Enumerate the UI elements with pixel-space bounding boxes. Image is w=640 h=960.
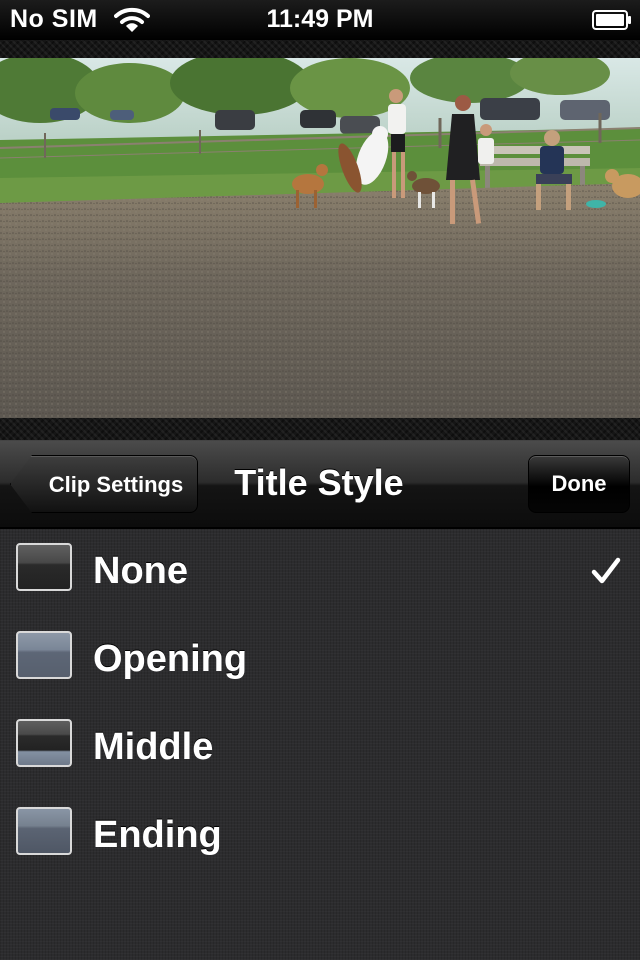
title-style-list: None Opening Middle Ending — [0, 529, 640, 960]
texture-strip-bottom — [0, 418, 640, 441]
option-label: Opening — [93, 638, 248, 680]
option-row-none[interactable]: None — [0, 529, 640, 617]
option-row-ending[interactable]: Ending — [0, 793, 640, 881]
title-style-none-icon — [16, 543, 72, 591]
status-time: 11:49 PM — [266, 5, 374, 33]
checkmark-icon — [591, 557, 621, 584]
title-style-opening-icon — [16, 631, 72, 679]
option-row-opening[interactable]: Opening — [0, 617, 640, 705]
video-frame-image — [0, 58, 640, 418]
title-style-ending-icon — [16, 807, 72, 855]
status-bar: No SIM 11:49 PM — [0, 0, 640, 40]
video-preview[interactable] — [0, 58, 640, 418]
texture-strip-top — [0, 40, 640, 58]
clip-settings-back-button[interactable]: Clip Settings — [10, 455, 198, 513]
nav-bar: Clip Settings Title Style Done — [0, 441, 640, 529]
done-button[interactable]: Done — [528, 455, 630, 513]
option-label: Middle — [93, 726, 214, 768]
option-row-middle[interactable]: Middle — [0, 705, 640, 793]
option-label: None — [93, 550, 188, 592]
title-style-middle-icon — [16, 719, 72, 767]
page-title: Title Style — [234, 462, 404, 503]
option-label: Ending — [93, 814, 222, 856]
battery-full-icon — [592, 10, 631, 30]
